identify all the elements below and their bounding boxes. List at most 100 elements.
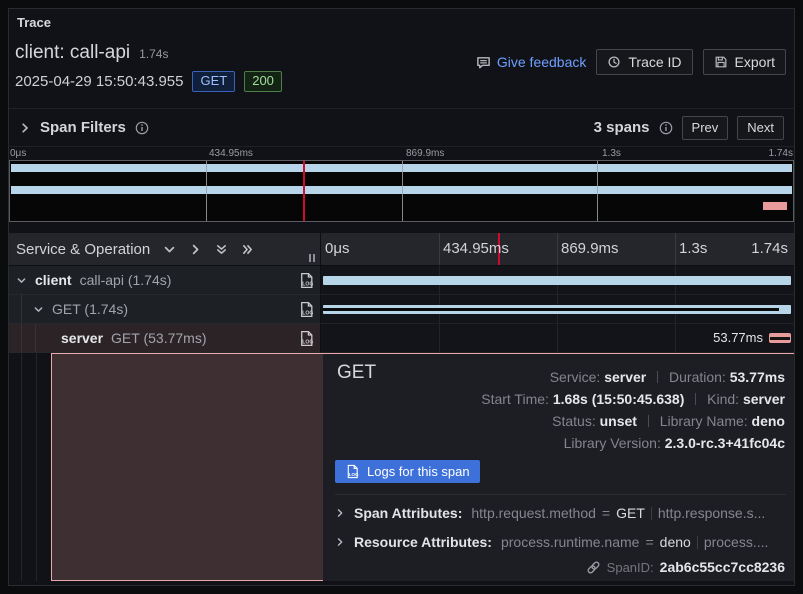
chevron-right-icon	[335, 508, 345, 518]
trace-duration: 1.74s	[139, 47, 168, 61]
span-detail-fields: Service: server Duration: 53.77ms Start …	[481, 366, 785, 454]
field-divider	[648, 415, 649, 427]
span-bar-cell[interactable]: 53.77ms	[321, 324, 794, 353]
attr-more: http.response.s...	[658, 505, 765, 521]
detail-line-3: Status: unset Library Name: deno	[481, 410, 785, 432]
minimap-tick-labels: 0μs 434.95ms 869.9ms 1.3s 1.74s	[10, 148, 793, 159]
span-row-get: GET (1.74s) LOG	[9, 295, 794, 324]
span-logs-icon[interactable]: LOG	[298, 301, 315, 318]
minimap-tick: 434.95ms	[209, 148, 253, 159]
detail-gutter	[9, 353, 51, 581]
chevron-down-icon[interactable]	[33, 304, 44, 315]
span-service: client	[35, 272, 72, 288]
span-operation: call-api (1.74s)	[80, 272, 172, 288]
status-code-badge: 200	[244, 71, 282, 92]
minimap-gridline	[206, 161, 207, 221]
give-feedback-link[interactable]: Give feedback	[476, 54, 587, 70]
span-detail-title: GET	[337, 362, 376, 384]
logs-for-span-button[interactable]: LOG Logs for this span	[335, 460, 480, 483]
next-span-button[interactable]: Next	[737, 116, 784, 140]
attr-key: process.runtime.name	[501, 534, 640, 550]
trace-id-button[interactable]: Trace ID	[596, 49, 692, 75]
collapse-all-icon[interactable]	[215, 243, 228, 256]
status-value: unset	[600, 413, 637, 429]
detail-divider	[335, 494, 786, 495]
prev-label: Prev	[692, 120, 719, 135]
link-icon[interactable]	[586, 560, 601, 575]
timeline-gridline	[675, 233, 676, 265]
span-filters-toggle[interactable]: Span Filters	[19, 119, 149, 136]
timeline-gridline	[439, 324, 440, 352]
span-id-footer: SpanID: 2ab6c55cc7cc8236	[586, 559, 785, 575]
attr-eq: =	[602, 505, 610, 521]
trace-view: Trace client: call-api 1.74s 2025-04-29 …	[0, 0, 803, 594]
timeline-tick: 1.74s	[751, 240, 788, 257]
service-label: Service:	[550, 369, 601, 385]
span-row-server: server GET (53.77ms) LOG 53.77ms	[9, 324, 794, 353]
span-attributes-title: Span Attributes:	[354, 505, 462, 521]
timeline-tick: 1.3s	[679, 240, 707, 257]
span-bar-cell[interactable]	[321, 295, 794, 324]
chevron-right-icon	[335, 537, 345, 547]
column-resize-handle[interactable]	[309, 254, 315, 262]
span-attributes-preview: http.request.method = GET http.response.…	[471, 505, 765, 521]
detail-line-2: Start Time: 1.68s (15:50:45.638) Kind: s…	[481, 388, 785, 410]
indent-guide	[36, 353, 37, 581]
selected-span-highlight[interactable]	[51, 353, 323, 581]
resource-attributes-title: Resource Attributes:	[354, 534, 492, 550]
logs-button-label: Logs for this span	[367, 464, 470, 479]
span-service: server	[61, 330, 103, 346]
prev-span-button[interactable]: Prev	[682, 116, 729, 140]
method-badge: GET	[192, 71, 235, 92]
comment-icon	[476, 55, 491, 70]
span-logs-icon[interactable]: LOG	[298, 330, 315, 347]
span-bar[interactable]	[323, 305, 791, 314]
next-label: Next	[747, 120, 774, 135]
minimap-tick: 1.74s	[769, 148, 793, 159]
kind-label: Kind:	[707, 391, 739, 407]
timeline-gridline	[557, 324, 558, 352]
timeline-tick: 0μs	[325, 240, 350, 257]
timeline-tick: 869.9ms	[561, 240, 619, 257]
grid-header-left: Service & Operation	[9, 233, 321, 265]
attr-more: process....	[704, 534, 769, 550]
library-version-value: 2.3.0-rc.3+41fc04c	[665, 435, 785, 451]
span-logs-icon[interactable]: LOG	[298, 272, 315, 289]
timeline-gridline	[557, 233, 558, 265]
svg-text:LOG: LOG	[349, 472, 359, 477]
span-id-label: SpanID:	[607, 560, 654, 575]
trace-id-label: Trace ID	[628, 54, 681, 70]
span-name-cell[interactable]: GET (1.74s) LOG	[9, 295, 321, 324]
expand-all-icon[interactable]	[241, 243, 254, 256]
span-nav: 3 spans Prev Next	[594, 116, 784, 140]
info-icon[interactable]	[135, 121, 149, 135]
span-count: 3 spans	[594, 119, 650, 136]
library-name-value: deno	[752, 413, 785, 429]
span-name-cell[interactable]: client call-api (1.74s) LOG	[9, 266, 321, 295]
minimap-tick: 0μs	[10, 148, 26, 159]
collapse-one-icon[interactable]	[163, 243, 176, 256]
span-name-cell-selected[interactable]: server GET (53.77ms) LOG	[9, 324, 321, 353]
span-bar-server[interactable]	[769, 333, 791, 343]
indent-guide	[21, 324, 22, 352]
minimap-cursor-line	[303, 161, 305, 221]
info-icon[interactable]	[659, 121, 673, 135]
span-bar-cell[interactable]	[321, 266, 794, 295]
expand-one-icon[interactable]	[189, 243, 202, 256]
chevron-right-icon	[19, 122, 31, 134]
span-attributes-row[interactable]: Span Attributes: http.request.method = G…	[335, 505, 786, 521]
timeline-minimap[interactable]	[9, 160, 794, 222]
export-button[interactable]: Export	[703, 49, 786, 75]
span-operation: GET (53.77ms)	[111, 330, 206, 346]
trace-name: client: call-api	[15, 42, 130, 64]
timeline-tick: 434.95ms	[443, 240, 509, 257]
indent-guide	[21, 353, 22, 581]
tree-controls	[163, 243, 254, 256]
span-bar-inner-stripe	[323, 308, 779, 311]
minimap-tick: 1.3s	[602, 148, 621, 159]
span-operation: GET (1.74s)	[52, 301, 128, 317]
span-bar[interactable]	[323, 276, 791, 285]
library-name-label: Library Name:	[660, 413, 748, 429]
resource-attributes-row[interactable]: Resource Attributes: process.runtime.nam…	[335, 534, 786, 550]
chevron-down-icon[interactable]	[16, 275, 27, 286]
